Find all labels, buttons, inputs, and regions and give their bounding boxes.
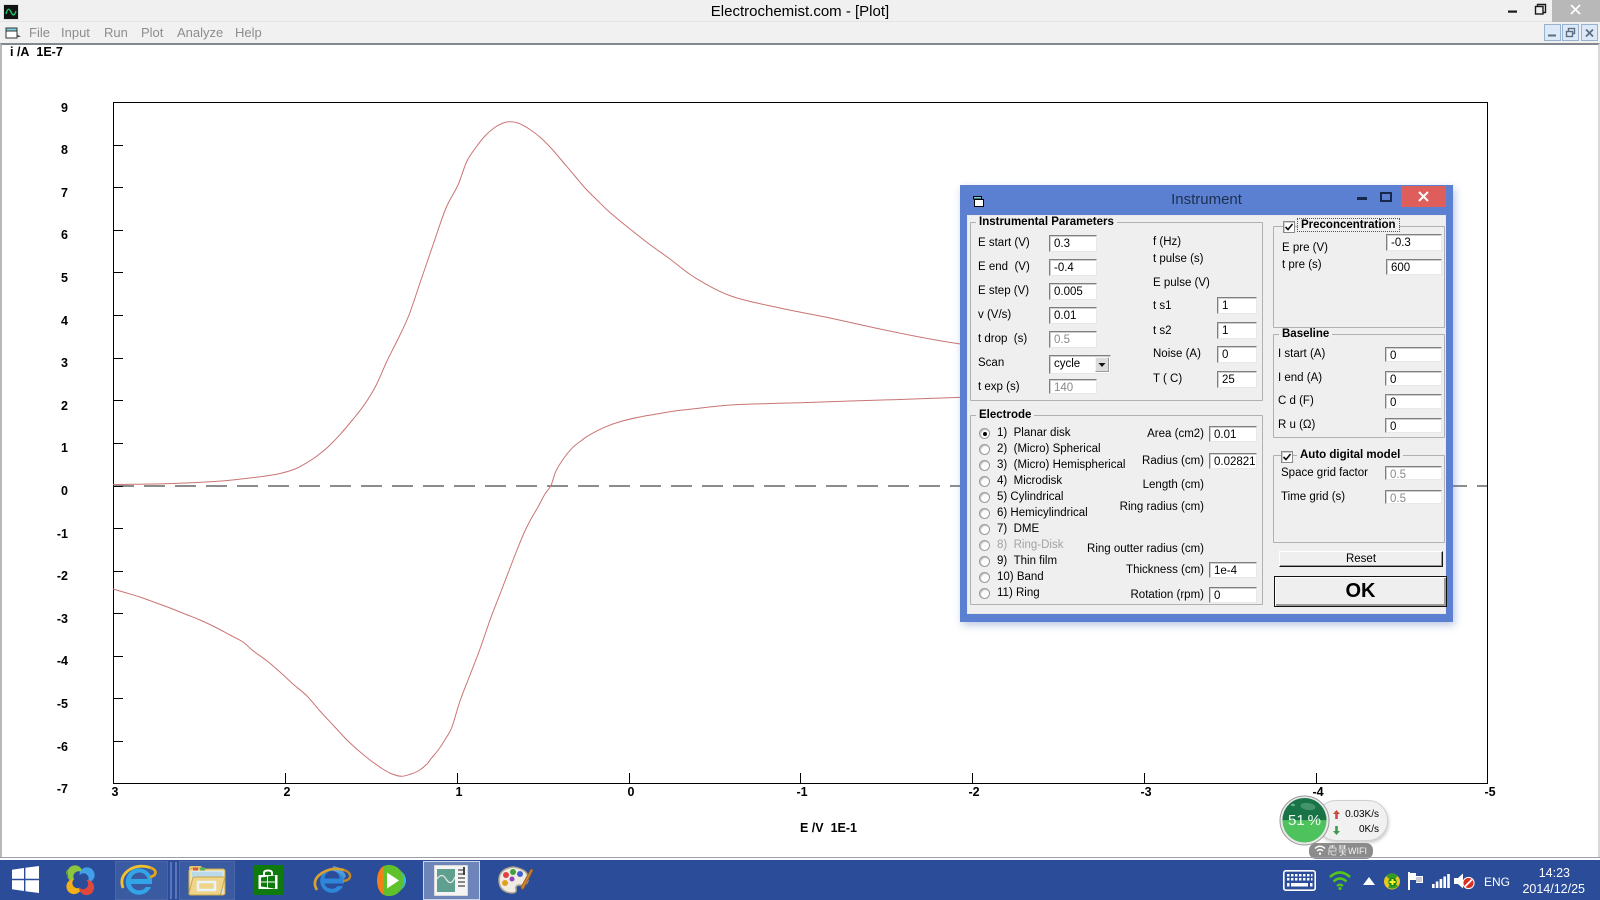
svg-text:-3: -3 bbox=[57, 612, 68, 626]
svg-text:2: 2 bbox=[61, 399, 68, 413]
svg-text:5: 5 bbox=[61, 271, 68, 285]
svg-text:E /V 1E-1: E /V 1E-1 bbox=[800, 821, 857, 835]
svg-text:51 %: 51 % bbox=[1288, 812, 1321, 829]
svg-text:2: 2 bbox=[284, 785, 291, 799]
svg-text:-6: -6 bbox=[57, 740, 68, 754]
svg-text:1: 1 bbox=[61, 441, 68, 455]
svg-text:3: 3 bbox=[112, 785, 119, 799]
svg-text:4: 4 bbox=[61, 314, 68, 328]
svg-text:1: 1 bbox=[456, 785, 463, 799]
svg-text:-3: -3 bbox=[1140, 785, 1151, 799]
svg-text:3: 3 bbox=[61, 356, 68, 370]
svg-text:-1: -1 bbox=[57, 527, 68, 541]
svg-text:-5: -5 bbox=[57, 697, 68, 711]
svg-text:i /A 1E-7: i /A 1E-7 bbox=[10, 45, 63, 59]
svg-text:7: 7 bbox=[61, 186, 68, 200]
svg-text:6: 6 bbox=[61, 228, 68, 242]
svg-text:8: 8 bbox=[61, 143, 68, 157]
svg-text:-2: -2 bbox=[57, 569, 68, 583]
svg-text:-4: -4 bbox=[57, 654, 68, 668]
svg-text:9: 9 bbox=[61, 101, 68, 115]
svg-text:0: 0 bbox=[628, 785, 635, 799]
svg-text:0: 0 bbox=[61, 484, 68, 498]
svg-text:-5: -5 bbox=[1484, 785, 1495, 799]
svg-text:-1: -1 bbox=[796, 785, 807, 799]
svg-text:-7: -7 bbox=[57, 782, 68, 796]
svg-text:-2: -2 bbox=[968, 785, 979, 799]
